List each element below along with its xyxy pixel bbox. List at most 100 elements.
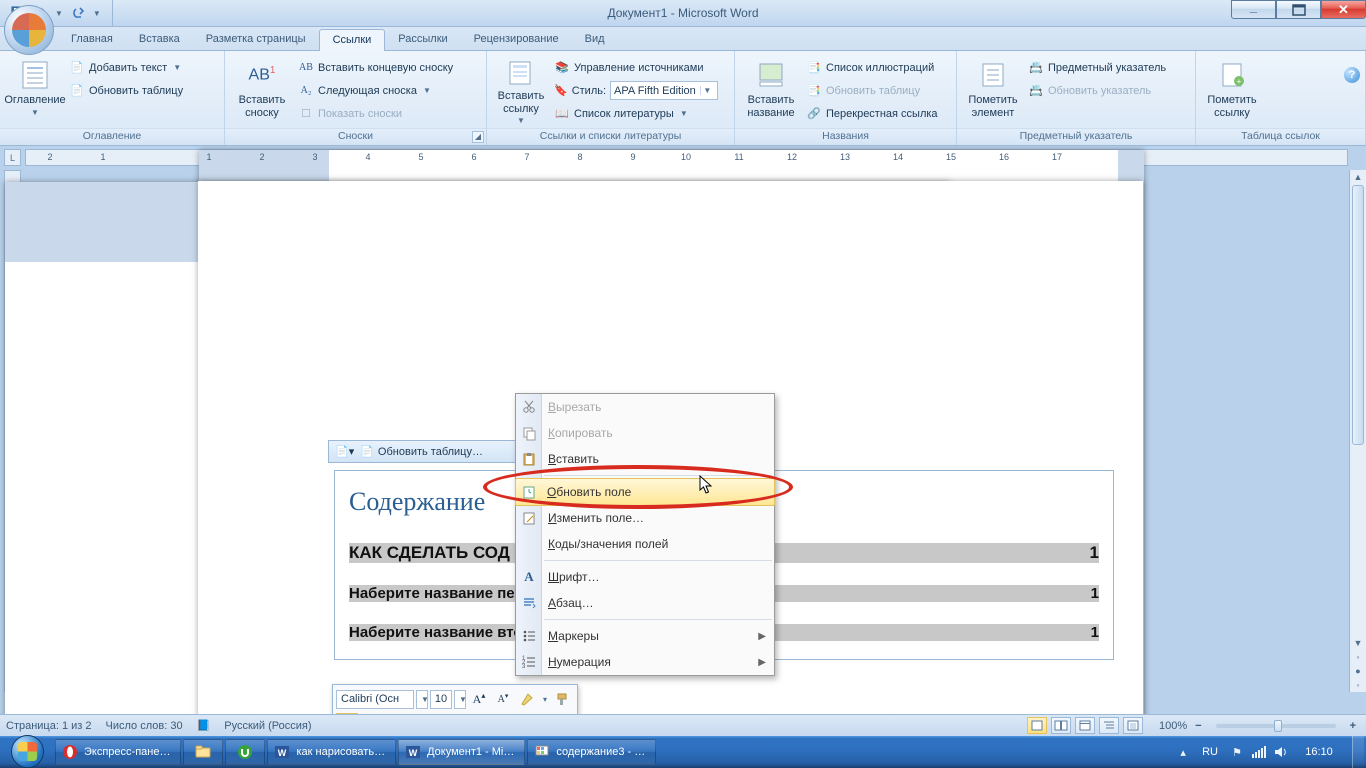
zoom-in[interactable]: +	[1346, 720, 1360, 732]
mini-grow[interactable]: A▴	[468, 689, 490, 709]
insert-index[interactable]: 📇Предметный указатель	[1023, 57, 1171, 78]
menu-item[interactable]: Вставить	[516, 446, 774, 472]
insert-fig-table[interactable]: 📑Список иллюстраций	[801, 57, 943, 78]
minimize-button[interactable]: _	[1231, 0, 1276, 19]
tray-up-icon[interactable]: ▴	[1174, 743, 1192, 761]
status-words[interactable]: Число слов: 30	[106, 720, 183, 732]
tab-references[interactable]: Ссылки	[319, 29, 386, 51]
office-button[interactable]	[4, 5, 54, 55]
mini-font[interactable]: Calibri (Осн	[336, 690, 414, 709]
toc-add-text[interactable]: 📄Добавить текст▼	[64, 57, 188, 78]
tray-network-icon[interactable]	[1250, 743, 1268, 761]
mini-size-dd[interactable]: ▼	[454, 690, 466, 709]
taskbar-item[interactable]	[225, 739, 265, 765]
taskbar-item[interactable]: WДокумент1 - Mi…	[398, 739, 525, 765]
mini-bullets[interactable]	[535, 713, 557, 714]
mini-bold[interactable]: Ж	[336, 713, 358, 714]
zoom-out[interactable]: −	[1191, 720, 1205, 732]
menu-item[interactable]: Маркеры▶	[516, 623, 774, 649]
mark-entry[interactable]: Пометить элемент	[963, 55, 1023, 123]
cross-reference[interactable]: 🔗Перекрестная ссылка	[801, 103, 943, 124]
vertical-scrollbar[interactable]: ▲ ▼ ◦ ● ◦	[1349, 170, 1366, 692]
tray-clock[interactable]: 16:10	[1292, 746, 1346, 758]
tab-home[interactable]: Главная	[58, 29, 126, 50]
mini-styles-dd[interactable]: ▾	[540, 689, 550, 709]
mini-highlight[interactable]: ab	[408, 713, 430, 714]
taskbar-item[interactable]: содержание3 - …	[527, 739, 656, 765]
view-web[interactable]	[1075, 717, 1095, 734]
view-outline[interactable]	[1099, 717, 1119, 734]
bibliography[interactable]: 📖Список литературы▼	[549, 103, 723, 124]
scroll-thumb[interactable]	[1352, 185, 1364, 445]
taskbar-item[interactable]: Wкак нарисовать…	[267, 739, 396, 765]
start-button[interactable]	[0, 736, 54, 768]
menu-item[interactable]: 123Нумерация▶	[516, 649, 774, 675]
horizontal-ruler[interactable]: 1234567891011121314151617123	[25, 149, 1348, 166]
insert-endnote[interactable]: ABВставить концевую сноску	[293, 57, 458, 78]
browse-object-icon[interactable]: ●	[1350, 664, 1366, 678]
mini-font-color-dd[interactable]: ▾	[468, 713, 478, 714]
menu-item[interactable]: Изменить поле…	[516, 505, 774, 531]
tab-view[interactable]: Вид	[572, 29, 618, 50]
menu-item[interactable]: AШрифт…	[516, 564, 774, 590]
tray-lang[interactable]: RU	[1194, 746, 1226, 758]
show-desktop[interactable]	[1352, 736, 1364, 768]
insert-citation[interactable]: Вставить ссылку▼	[493, 55, 549, 123]
browse-prev-icon[interactable]: ◦	[1350, 650, 1366, 664]
mini-italic[interactable]: К	[360, 713, 382, 714]
update-fig-table[interactable]: 📑Обновить таблицу	[801, 80, 943, 101]
toc-update[interactable]: 📄Обновить таблицу	[64, 80, 188, 101]
manage-sources[interactable]: 📚Управление источниками	[549, 57, 723, 78]
tab-layout[interactable]: Разметка страницы	[193, 29, 319, 50]
status-language[interactable]: Русский (Россия)	[224, 720, 311, 732]
mini-indent-inc[interactable]	[511, 713, 533, 714]
insert-caption[interactable]: Вставить название	[741, 55, 801, 123]
toc-button[interactable]: Оглавление ▼	[6, 55, 64, 123]
view-reading[interactable]	[1051, 717, 1071, 734]
scroll-up-icon[interactable]: ▲	[1350, 170, 1366, 184]
insert-footnote[interactable]: AB1 Вставить сноску	[231, 55, 293, 123]
menu-item[interactable]: Обновить поле	[515, 478, 775, 506]
maximize-button[interactable]	[1276, 0, 1321, 19]
tray-action-center-icon[interactable]: ⚑	[1228, 743, 1246, 761]
mini-highlight-dd[interactable]: ▾	[432, 713, 442, 714]
mini-center[interactable]	[384, 713, 406, 714]
toc-tab-icon[interactable]: 📄▾	[335, 445, 354, 458]
mini-font-dd[interactable]: ▼	[416, 690, 428, 709]
mini-size[interactable]: 10	[430, 690, 452, 709]
mini-styles[interactable]	[516, 689, 538, 709]
qat-undo-dd[interactable]: ▼	[52, 4, 66, 22]
status-page[interactable]: Страница: 1 из 2	[6, 720, 92, 732]
mark-citation[interactable]: + Пометить ссылку	[1202, 55, 1262, 123]
taskbar-item[interactable]	[183, 739, 223, 765]
scroll-down-icon[interactable]: ▼	[1350, 636, 1366, 650]
status-proof-icon[interactable]: 📘	[197, 719, 211, 732]
tab-mailings[interactable]: Рассылки	[385, 29, 460, 50]
view-draft[interactable]	[1123, 717, 1143, 734]
qat-redo[interactable]	[68, 4, 88, 22]
vertical-ruler[interactable]	[4, 170, 21, 692]
mini-bullets-dd[interactable]: ▾	[559, 713, 569, 714]
menu-item[interactable]: Абзац…	[516, 590, 774, 616]
show-footnotes[interactable]: ☐Показать сноски	[293, 103, 458, 124]
taskbar-item[interactable]: Экспресс-пане…	[55, 739, 181, 765]
mini-format-painter[interactable]	[552, 689, 574, 709]
ruler-corner[interactable]: L	[4, 149, 21, 166]
close-button[interactable]: ✕	[1321, 0, 1366, 19]
browse-next-icon[interactable]: ◦	[1350, 678, 1366, 692]
view-print[interactable]	[1027, 717, 1047, 734]
citation-style[interactable]: APA Fifth Edition▼	[610, 81, 718, 100]
tab-review[interactable]: Рецензирование	[461, 29, 572, 50]
menu-item[interactable]: Коды/значения полей	[516, 531, 774, 557]
zoom-value[interactable]: 100%	[1159, 720, 1187, 732]
tab-insert[interactable]: Вставка	[126, 29, 193, 50]
mini-shrink[interactable]: A▾	[492, 689, 514, 709]
mini-font-color[interactable]: A	[444, 713, 466, 714]
toc-update-button[interactable]: 📄Обновить таблицу…	[360, 445, 483, 458]
zoom-slider[interactable]	[1216, 724, 1336, 728]
qat-customize[interactable]: ▼	[90, 4, 104, 22]
tray-volume-icon[interactable]	[1272, 743, 1290, 761]
mini-indent-dec[interactable]	[487, 713, 509, 714]
update-index[interactable]: 📇Обновить указатель	[1023, 80, 1171, 101]
next-footnote[interactable]: A₂Следующая сноска▼	[293, 80, 458, 101]
